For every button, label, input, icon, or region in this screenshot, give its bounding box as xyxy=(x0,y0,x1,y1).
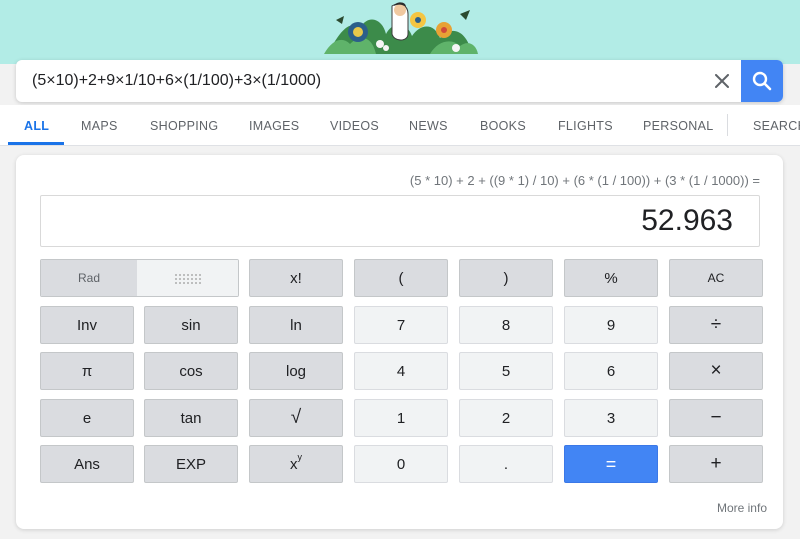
calculator-card: (5 * 10) + 2 + ((9 * 1) / 10) + (6 * (1 … xyxy=(16,155,783,529)
tab-flights[interactable]: FLIGHTS xyxy=(558,105,613,145)
angle-mode-toggle: Rad xyxy=(40,259,239,297)
tab-books[interactable]: BOOKS xyxy=(480,105,526,145)
digit-4-button[interactable]: 4 xyxy=(354,352,448,390)
ans-button[interactable]: Ans xyxy=(40,445,134,483)
tab-personal[interactable]: PERSONAL xyxy=(643,105,713,145)
equals-button[interactable]: = xyxy=(564,445,658,483)
tab-divider xyxy=(727,114,728,136)
left-paren-button[interactable]: ( xyxy=(354,259,448,297)
minus-button[interactable]: − xyxy=(669,399,763,437)
tab-all[interactable]: ALL xyxy=(24,105,49,145)
search-tabs: ALL MAPS SHOPPING IMAGES VIDEOS NEWS BOO… xyxy=(0,105,800,146)
power-button[interactable]: xy xyxy=(249,445,343,483)
power-exponent: y xyxy=(297,452,303,462)
search-submit-button[interactable] xyxy=(741,60,783,102)
tab-images[interactable]: IMAGES xyxy=(249,105,299,145)
factorial-button[interactable]: x! xyxy=(249,259,343,297)
plus-button[interactable]: + xyxy=(669,445,763,483)
close-icon xyxy=(715,74,729,88)
digit-7-button[interactable]: 7 xyxy=(354,306,448,344)
sqrt-button[interactable]: √ xyxy=(249,399,343,437)
tab-news[interactable]: NEWS xyxy=(409,105,448,145)
tab-search-tools[interactable]: SEARCH xyxy=(753,105,800,145)
inv-button[interactable]: Inv xyxy=(40,306,134,344)
deg-label-obscured xyxy=(173,272,203,284)
tab-shopping[interactable]: SHOPPING xyxy=(150,105,218,145)
decimal-point-button[interactable]: . xyxy=(459,445,553,483)
power-base: x xyxy=(290,455,298,473)
digit-3-button[interactable]: 3 xyxy=(564,399,658,437)
exp-button[interactable]: EXP xyxy=(144,445,238,483)
ln-button[interactable]: ln xyxy=(249,306,343,344)
digit-6-button[interactable]: 6 xyxy=(564,352,658,390)
digit-0-button[interactable]: 0 xyxy=(354,445,448,483)
clear-search-button[interactable] xyxy=(704,60,740,102)
euler-e-button[interactable]: e xyxy=(40,399,134,437)
cos-button[interactable]: cos xyxy=(144,352,238,390)
google-doodle-logo[interactable] xyxy=(320,0,480,54)
more-info-link[interactable]: More info xyxy=(717,501,767,515)
calculator-expression: (5 * 10) + 2 + ((9 * 1) / 10) + (6 * (1 … xyxy=(409,173,760,188)
all-clear-button[interactable]: AC xyxy=(669,259,763,297)
pi-button[interactable]: π xyxy=(40,352,134,390)
rad-button[interactable]: Rad xyxy=(41,260,137,296)
digit-8-button[interactable]: 8 xyxy=(459,306,553,344)
right-paren-button[interactable]: ) xyxy=(459,259,553,297)
search-input[interactable] xyxy=(32,60,672,102)
divide-button[interactable]: ÷ xyxy=(669,306,763,344)
multiply-button[interactable]: × xyxy=(669,352,763,390)
search-icon xyxy=(752,71,772,91)
digit-5-button[interactable]: 5 xyxy=(459,352,553,390)
calculator-display: 52.963 xyxy=(40,195,760,247)
active-tab-indicator xyxy=(8,142,64,145)
calculator-result: 52.963 xyxy=(641,204,733,237)
sin-button[interactable]: sin xyxy=(144,306,238,344)
log-button[interactable]: log xyxy=(249,352,343,390)
deg-button[interactable] xyxy=(137,260,238,296)
digit-1-button[interactable]: 1 xyxy=(354,399,448,437)
percent-button[interactable]: % xyxy=(564,259,658,297)
digit-2-button[interactable]: 2 xyxy=(459,399,553,437)
tab-videos[interactable]: VIDEOS xyxy=(330,105,379,145)
tab-maps[interactable]: MAPS xyxy=(81,105,118,145)
search-bar xyxy=(16,60,783,102)
tan-button[interactable]: tan xyxy=(144,399,238,437)
digit-9-button[interactable]: 9 xyxy=(564,306,658,344)
